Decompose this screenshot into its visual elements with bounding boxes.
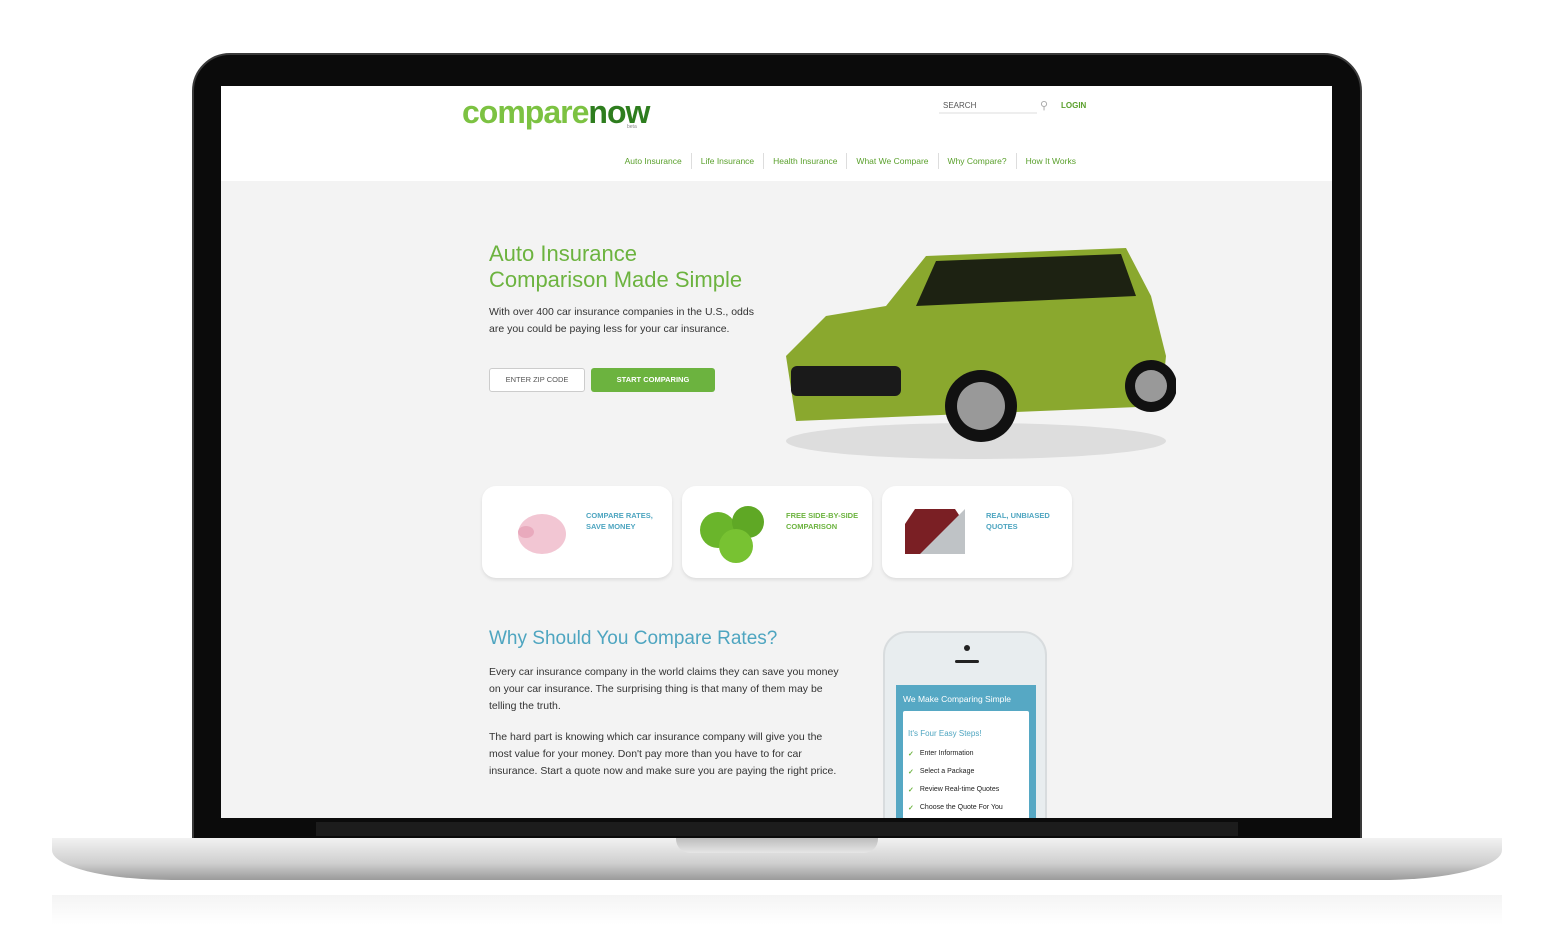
logo[interactable]: comparenow xyxy=(462,94,650,131)
step-label: Choose the Quote For You xyxy=(919,804,1003,811)
logo-text: now xyxy=(588,94,650,130)
logo-magnifier: o xyxy=(478,94,499,130)
beta-label: beta xyxy=(627,124,637,130)
hero-title-line: Auto Insurance xyxy=(489,241,637,266)
search-icon[interactable]: ⚲ xyxy=(1040,99,1048,112)
main-nav: Auto Insurance Life Insurance Health Ins… xyxy=(616,153,1085,169)
step-item: ✓ Review Real-time Quotes xyxy=(903,782,1029,800)
laptop-hinge xyxy=(316,822,1238,836)
phone-mockup: We Make Comparing Simple It's Four Easy … xyxy=(883,631,1047,818)
feature-card: COMPARE RATES, SAVE MONEY xyxy=(482,486,672,578)
steps-box: It's Four Easy Steps! ✓ Enter Information… xyxy=(903,711,1029,818)
zip-code-input[interactable]: ENTER ZIP CODE xyxy=(489,368,585,392)
step-label: Review Real-time Quotes xyxy=(919,786,1000,793)
step-label: Enter Information xyxy=(919,750,974,757)
start-comparing-button[interactable]: START COMPARING xyxy=(591,368,715,392)
check-icon: ✓ xyxy=(908,751,914,758)
hero-text: With over 400 car insurance companies in… xyxy=(489,306,754,335)
nav-health-insurance[interactable]: Health Insurance xyxy=(763,153,846,169)
logo-text: c xyxy=(462,94,480,130)
feature-card: REAL, UNBIASED QUOTES xyxy=(882,486,1072,578)
feature-card: FREE SIDE-BY-SIDE COMPARISON xyxy=(682,486,872,578)
reflection xyxy=(52,895,1502,925)
hero-title-line: Comparison Made Simple xyxy=(489,267,743,292)
why-paragraph: Every car insurance company in the world… xyxy=(489,666,839,712)
steps-subtitle: It's Four Easy Steps! xyxy=(908,729,982,738)
website-screen: comparenow beta SEARCH ⚲ LOGIN Auto Insu… xyxy=(221,86,1332,818)
step-item: ✓ Choose the Quote For You xyxy=(903,800,1029,818)
feature-label: REAL, UNBIASED QUOTES xyxy=(986,511,1050,531)
login-link[interactable]: LOGIN xyxy=(1061,101,1086,110)
green-car-image xyxy=(786,248,1176,459)
check-icon: ✓ xyxy=(908,787,914,794)
site-header: comparenow beta SEARCH ⚲ LOGIN Auto Insu… xyxy=(221,86,1332,181)
phone-camera xyxy=(964,645,970,651)
nav-how-it-works[interactable]: How It Works xyxy=(1015,153,1085,169)
hero-title: Auto Insurance Comparison Made Simple xyxy=(489,241,742,293)
step-label: Select a Package xyxy=(919,768,975,775)
step-item: ✓ Select a Package xyxy=(903,764,1029,782)
feature-label: FREE SIDE-BY-SIDE COMPARISON xyxy=(786,511,859,531)
nav-what-we-compare[interactable]: What We Compare xyxy=(846,153,937,169)
nav-auto-insurance[interactable]: Auto Insurance xyxy=(616,153,691,169)
search-input[interactable]: SEARCH xyxy=(939,98,1037,114)
phone-speaker xyxy=(955,660,979,663)
nav-why-compare[interactable]: Why Compare? xyxy=(937,153,1016,169)
green-apples-icon xyxy=(700,506,764,563)
nav-life-insurance[interactable]: Life Insurance xyxy=(690,153,763,169)
logo-text: mpare xyxy=(497,94,589,130)
why-paragraph: The hard part is knowing which car insur… xyxy=(489,731,837,777)
feature-label: COMPARE RATES, SAVE MONEY xyxy=(586,511,653,531)
piggy-bank-icon xyxy=(518,514,566,554)
phone-header: We Make Comparing Simple xyxy=(903,694,1012,704)
step-item: ✓ Enter Information xyxy=(903,746,1029,764)
check-icon: ✓ xyxy=(908,805,914,812)
laptop-notch xyxy=(676,838,878,853)
check-icon: ✓ xyxy=(908,769,914,776)
why-title: Why Should You Compare Rates? xyxy=(489,628,778,649)
phone-screen: We Make Comparing Simple It's Four Easy … xyxy=(896,685,1036,818)
split-car-icon xyxy=(905,509,965,554)
